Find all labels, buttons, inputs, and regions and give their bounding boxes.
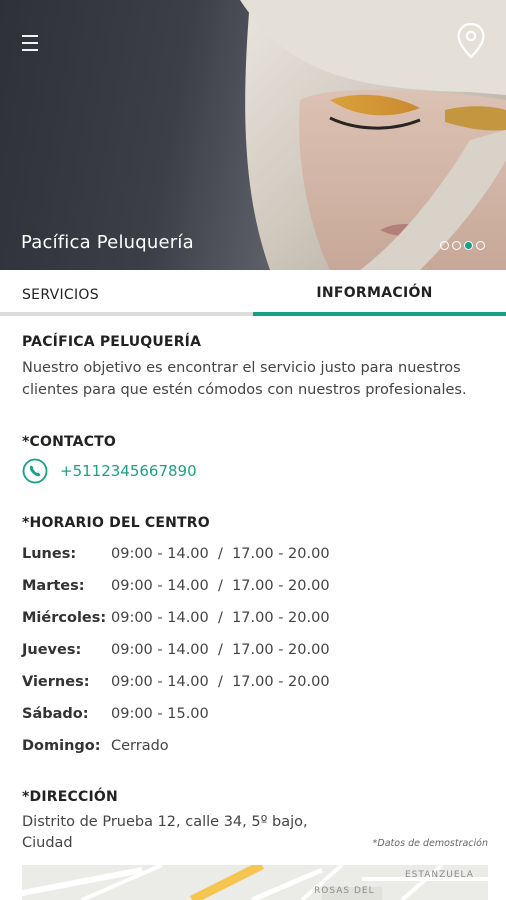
phone-icon	[22, 458, 48, 484]
schedule-hours: 09:00 - 15.00	[111, 706, 209, 722]
tab-bar: SERVICIOS INFORMACIÓN	[0, 270, 506, 316]
schedule-hours: 09:00 - 14.00 / 17.00 - 20.00	[111, 546, 330, 562]
schedule-hours: 09:00 - 14.00 / 17.00 - 20.00	[111, 578, 330, 594]
hero-title: Pacífica Peluquería	[21, 232, 194, 253]
demo-data-note: *Datos de demostración	[372, 838, 488, 849]
schedule-day: Miércoles:	[22, 610, 107, 626]
schedule-row: Jueves: 09:00 - 14.00 / 17.00 - 20.00	[22, 642, 492, 674]
schedule-row: Miércoles: 09:00 - 14.00 / 17.00 - 20.00	[22, 610, 492, 642]
schedule-table: Lunes: 09:00 - 14.00 / 17.00 - 20.00 Mar…	[22, 546, 492, 770]
map-label: ESTANZUELA	[405, 870, 474, 880]
hero-photo	[240, 0, 506, 270]
slide-dot[interactable]	[452, 241, 461, 250]
schedule-row: Domingo: Cerrado	[22, 738, 492, 770]
tab-label: SERVICIOS	[22, 287, 99, 303]
location-map[interactable]: ESTANZUELA ROSAS DEL	[22, 865, 488, 900]
schedule-day: Lunes:	[22, 546, 77, 562]
schedule-row: Martes: 09:00 - 14.00 / 17.00 - 20.00	[22, 578, 492, 610]
hamburger-menu-icon	[22, 35, 38, 37]
about-text: Nuestro objetivo es encontrar el servici…	[22, 360, 467, 398]
address-text: Distrito de Prueba 12, calle 34, 5º bajo…	[22, 814, 308, 851]
schedule-row: Sábado: 09:00 - 15.00	[22, 706, 492, 738]
contact-row[interactable]: +5112345667890	[22, 458, 197, 484]
map-graphic: ESTANZUELA ROSAS DEL	[22, 865, 488, 900]
tab-underline	[0, 312, 253, 316]
address-title: *DIRECCIÓN	[22, 789, 118, 805]
schedule-hours: 09:00 - 14.00 / 17.00 - 20.00	[111, 642, 330, 658]
slide-dot-active[interactable]	[464, 241, 473, 250]
schedule-day: Sábado:	[22, 706, 89, 722]
phone-number-link[interactable]: +5112345667890	[60, 462, 197, 480]
menu-button[interactable]	[18, 30, 44, 60]
map-pin-icon[interactable]	[455, 22, 487, 60]
tab-underline-active	[253, 312, 506, 316]
schedule-day: Jueves:	[22, 642, 82, 658]
tab-servicios[interactable]: SERVICIOS	[0, 270, 253, 316]
tab-informacion[interactable]: INFORMACIÓN	[253, 270, 506, 316]
about-title: PACÍFICA PELUQUERÍA	[22, 334, 202, 350]
slide-dot[interactable]	[476, 241, 485, 250]
schedule-hours: 09:00 - 14.00 / 17.00 - 20.00	[111, 610, 330, 626]
schedule-day: Domingo:	[22, 738, 101, 754]
schedule-hours: 09:00 - 14.00 / 17.00 - 20.00	[111, 674, 330, 690]
schedule-row: Viernes: 09:00 - 14.00 / 17.00 - 20.00	[22, 674, 492, 706]
schedule-hours: Cerrado	[111, 738, 169, 754]
map-label: ROSAS DEL	[314, 886, 375, 896]
schedule-day: Viernes:	[22, 674, 90, 690]
slide-indicator	[440, 241, 485, 250]
tab-label: INFORMACIÓN	[316, 285, 433, 301]
schedule-day: Martes:	[22, 578, 85, 594]
schedule-row: Lunes: 09:00 - 14.00 / 17.00 - 20.00	[22, 546, 492, 578]
schedule-title: *HORARIO DEL CENTRO	[22, 515, 210, 531]
slide-dot[interactable]	[440, 241, 449, 250]
contact-title: *CONTACTO	[22, 434, 117, 450]
hero-banner[interactable]: Pacífica Peluquería	[0, 0, 506, 270]
